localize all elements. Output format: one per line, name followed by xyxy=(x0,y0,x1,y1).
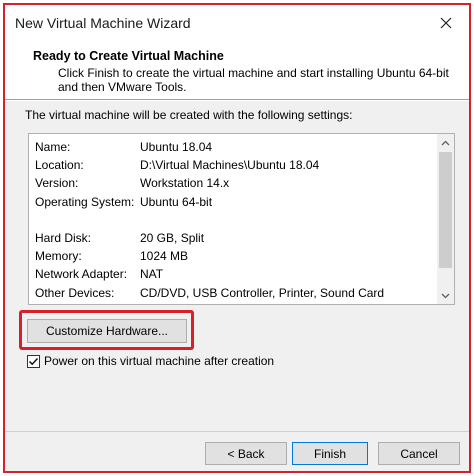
setting-key: Operating System: xyxy=(35,194,135,209)
settings-row-os: Operating System: Ubuntu 64-bit xyxy=(35,193,433,211)
wizard-dialog: New Virtual Machine Wizard Ready to Crea… xyxy=(5,5,469,471)
chevron-down-icon xyxy=(441,293,450,298)
setting-key: Network Adapter: xyxy=(35,267,128,282)
setting-value: Ubuntu 18.04 xyxy=(140,140,213,155)
window-title: New Virtual Machine Wizard xyxy=(15,15,191,31)
vertical-scrollbar[interactable] xyxy=(437,134,454,304)
power-on-label: Power on this virtual machine after crea… xyxy=(44,354,275,368)
footer-divider xyxy=(5,431,469,432)
setting-key: Hard Disk: xyxy=(35,231,92,246)
settings-row-memory: Memory: 1024 MB xyxy=(35,247,433,265)
settings-row-network: Network Adapter: NAT xyxy=(35,265,433,283)
settings-row-name: Name: Ubuntu 18.04 xyxy=(35,138,433,156)
settings-row-other-devices: Other Devices: CD/DVD, USB Controller, P… xyxy=(35,284,433,302)
settings-spacer xyxy=(35,211,433,229)
setting-key: Version: xyxy=(35,176,79,191)
setting-key: Memory: xyxy=(35,249,82,264)
power-on-checkbox[interactable] xyxy=(27,354,40,368)
scroll-up-button[interactable] xyxy=(437,134,454,151)
customize-hardware-button[interactable]: Customize Hardware... xyxy=(27,319,187,343)
setting-value: Ubuntu 64-bit xyxy=(140,194,213,209)
close-icon xyxy=(440,17,452,29)
chevron-up-icon xyxy=(441,140,450,145)
checkmark-icon xyxy=(28,357,39,365)
close-button[interactable] xyxy=(431,9,461,37)
setting-value: Workstation 14.x xyxy=(140,176,230,191)
header-title: Ready to Create Virtual Machine xyxy=(33,49,224,63)
settings-list: Name: Ubuntu 18.04 Location: D:\Virtual … xyxy=(35,138,433,302)
header-divider-highlight xyxy=(5,100,469,101)
setting-value: D:\Virtual Machines\Ubuntu 18.04 xyxy=(140,158,320,173)
finish-button[interactable]: Finish xyxy=(292,442,368,465)
settings-row-hard-disk: Hard Disk: 20 GB, Split xyxy=(35,229,433,247)
wizard-header: Ready to Create Virtual Machine Click Fi… xyxy=(5,41,469,99)
power-on-checkbox-row[interactable]: Power on this virtual machine after crea… xyxy=(27,354,274,368)
setting-key: Location: xyxy=(35,158,84,173)
header-description: Click Finish to create the virtual machi… xyxy=(58,66,449,94)
back-button[interactable]: < Back xyxy=(205,442,287,465)
scroll-thumb[interactable] xyxy=(439,152,452,268)
setting-key: Name: xyxy=(35,140,71,155)
settings-intro: The virtual machine will be created with… xyxy=(25,108,353,122)
cancel-button[interactable]: Cancel xyxy=(378,442,460,465)
scroll-down-button[interactable] xyxy=(437,287,454,304)
setting-key: Other Devices: xyxy=(35,285,115,300)
setting-value: NAT xyxy=(140,267,164,282)
settings-row-location: Location: D:\Virtual Machines\Ubuntu 18.… xyxy=(35,156,433,174)
setting-value: 1024 MB xyxy=(140,249,189,264)
settings-summary-box: Name: Ubuntu 18.04 Location: D:\Virtual … xyxy=(28,133,455,305)
setting-value: CD/DVD, USB Controller, Printer, Sound C… xyxy=(140,285,385,300)
settings-row-version: Version: Workstation 14.x xyxy=(35,174,433,192)
setting-value: 20 GB, Split xyxy=(140,231,205,246)
title-bar: New Virtual Machine Wizard xyxy=(5,5,469,41)
